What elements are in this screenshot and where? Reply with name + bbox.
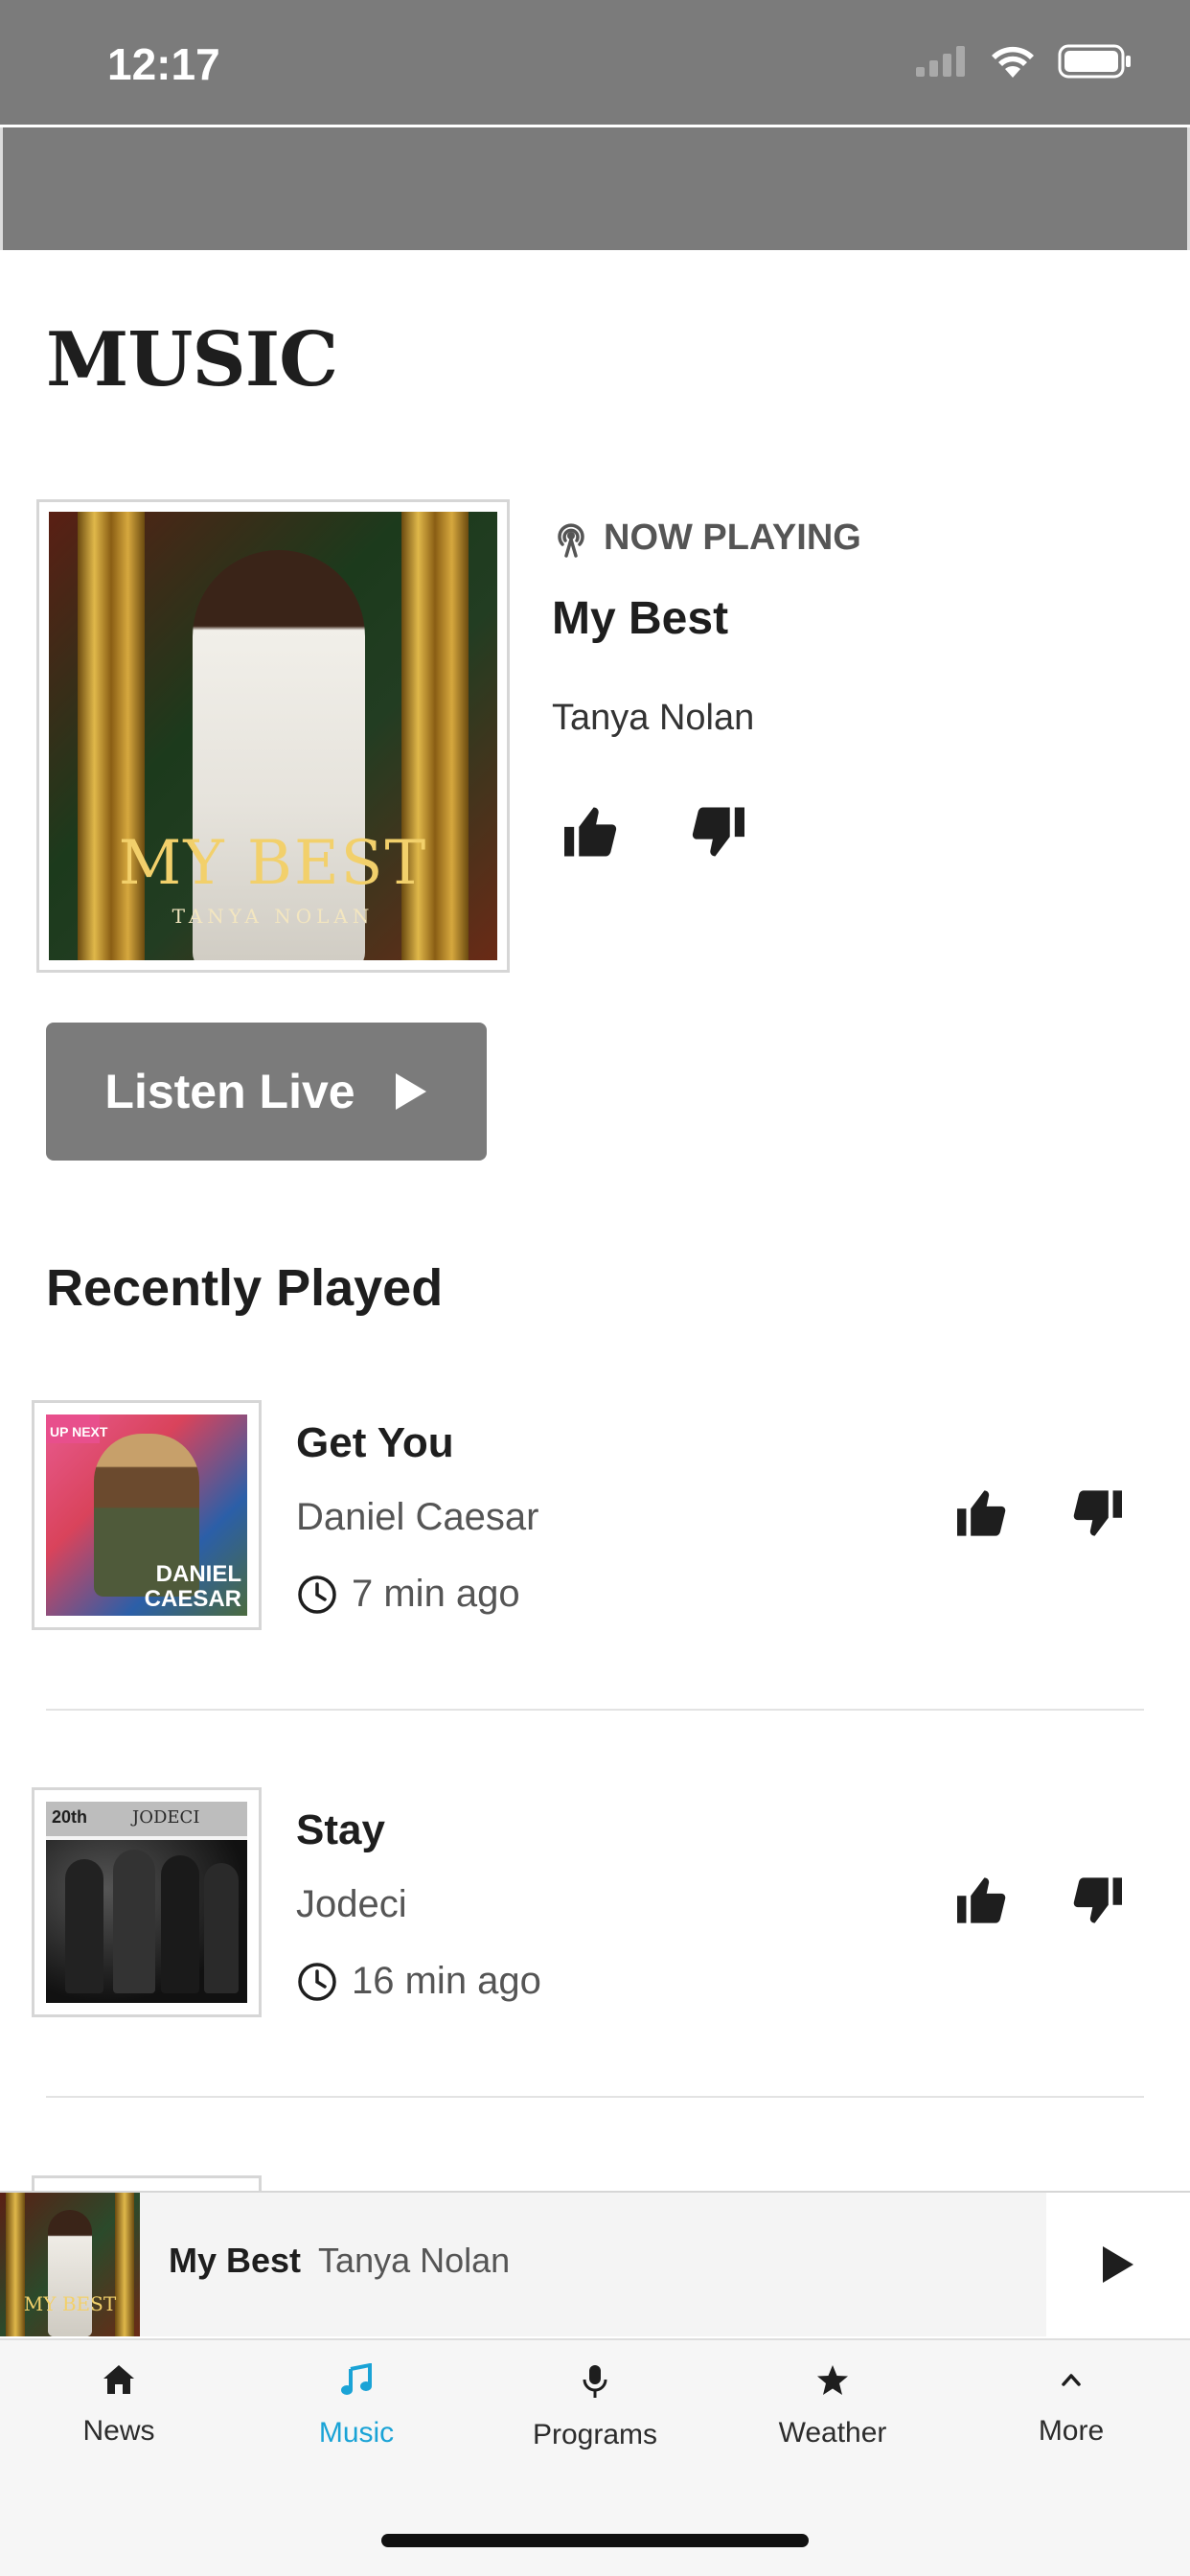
thumbs-up-icon[interactable]	[954, 1488, 1010, 1538]
clock-icon	[298, 1962, 336, 2001]
mini-cover-title: MY BEST	[23, 2292, 117, 2315]
now-playing-cover: MY BEST TANYA NOLAN	[36, 499, 510, 973]
status-bar: 12:17	[0, 0, 1190, 125]
album-art-artist: TANYA NOLAN	[172, 905, 375, 928]
album-art: MY BEST TANYA NOLAN	[49, 512, 497, 960]
play-icon	[395, 1073, 426, 1110]
tab-label: News	[82, 2415, 155, 2447]
battery-icon	[1058, 44, 1131, 79]
album-art-title: MY BEST	[118, 828, 428, 899]
track-cover: UP NEXT DANIEL CAESAR	[32, 1400, 262, 1630]
cover-badge: 20th	[52, 1807, 88, 1827]
thumbs-down-icon[interactable]	[688, 805, 747, 859]
thumbs-down-icon[interactable]	[1069, 1875, 1125, 1925]
thumbs-up-icon[interactable]	[954, 1875, 1010, 1925]
mini-player-artist: Tanya Nolan	[318, 2241, 511, 2280]
star-icon	[817, 2365, 848, 2395]
listen-live-button[interactable]: Listen Live	[46, 1023, 487, 1161]
divider	[46, 1709, 1144, 1711]
home-indicator	[381, 2534, 809, 2547]
thumbs-down-icon[interactable]	[1069, 1488, 1125, 1538]
broadcast-icon	[558, 522, 584, 558]
now-playing-artist: Tanya Nolan	[552, 698, 755, 738]
mini-player-cover: MY BEST	[0, 2193, 140, 2336]
wifi-icon	[992, 46, 1034, 78]
cover-badge: UP NEXT	[50, 1424, 108, 1439]
track-time-text: 7 min ago	[352, 1573, 520, 1615]
status-time: 12:17	[107, 39, 220, 89]
track-time-text: 16 min ago	[352, 1960, 541, 2002]
chevron-up-icon	[1062, 2374, 1081, 2386]
ad-banner[interactable]	[0, 127, 1190, 250]
tab-label: Music	[318, 2417, 395, 2449]
tab-label: Programs	[532, 2419, 658, 2450]
play-icon	[1103, 2246, 1133, 2283]
track-cover: 20th JODECI	[32, 1787, 262, 2017]
track-title: Get You	[296, 1419, 454, 1466]
status-icons	[916, 44, 1133, 79]
now-playing-text: NOW PLAYING	[604, 518, 861, 558]
recently-played-title: Recently Played	[46, 1259, 444, 1317]
track-title: Stay	[296, 1806, 385, 1853]
mini-player-play-button[interactable]	[1046, 2193, 1190, 2336]
now-playing-label: NOW PLAYING	[552, 518, 861, 559]
tab-news[interactable]: News	[23, 2363, 215, 2448]
tab-weather[interactable]: Weather	[737, 2363, 928, 2450]
list-item[interactable]: 20th JODECI Stay Jodeci 16 min ago	[0, 1787, 1190, 2017]
mini-player-text: My Best Tanya Nolan	[169, 2241, 510, 2281]
track-artist: Daniel Caesar	[296, 1496, 539, 1538]
thumbs-up-icon[interactable]	[561, 805, 621, 859]
track-ratings	[954, 1875, 1125, 1925]
page-title: MUSIC	[46, 316, 338, 403]
now-playing-song: My Best	[552, 593, 729, 644]
list-item[interactable]: UP NEXT DANIEL CAESAR Get You Daniel Cae…	[0, 1400, 1190, 1630]
tab-more[interactable]: More	[975, 2363, 1167, 2448]
tab-label: Weather	[778, 2417, 887, 2449]
now-playing-ratings	[561, 805, 747, 859]
track-ratings	[954, 1488, 1125, 1538]
cover-text: JODECI	[132, 1807, 200, 1828]
cellular-signal-icon	[916, 46, 965, 77]
home-icon	[103, 2365, 134, 2394]
tab-programs[interactable]: Programs	[499, 2363, 691, 2451]
divider	[46, 2096, 1144, 2098]
track-artist: Jodeci	[296, 1883, 407, 1925]
listen-live-label: Listen Live	[104, 1065, 355, 1118]
cover-text: DANIEL CAESAR	[144, 1561, 241, 1612]
track-time: 7 min ago	[296, 1573, 520, 1616]
tab-label: More	[1038, 2415, 1105, 2447]
mini-player-song: My Best	[169, 2241, 302, 2280]
mini-player[interactable]: MY BEST My Best Tanya Nolan	[0, 2191, 1190, 2336]
music-note-icon	[341, 2363, 372, 2395]
track-time: 16 min ago	[296, 1960, 541, 2003]
microphone-icon	[583, 2365, 607, 2398]
tab-music[interactable]: Music	[261, 2363, 452, 2450]
clock-icon	[298, 1575, 336, 1614]
